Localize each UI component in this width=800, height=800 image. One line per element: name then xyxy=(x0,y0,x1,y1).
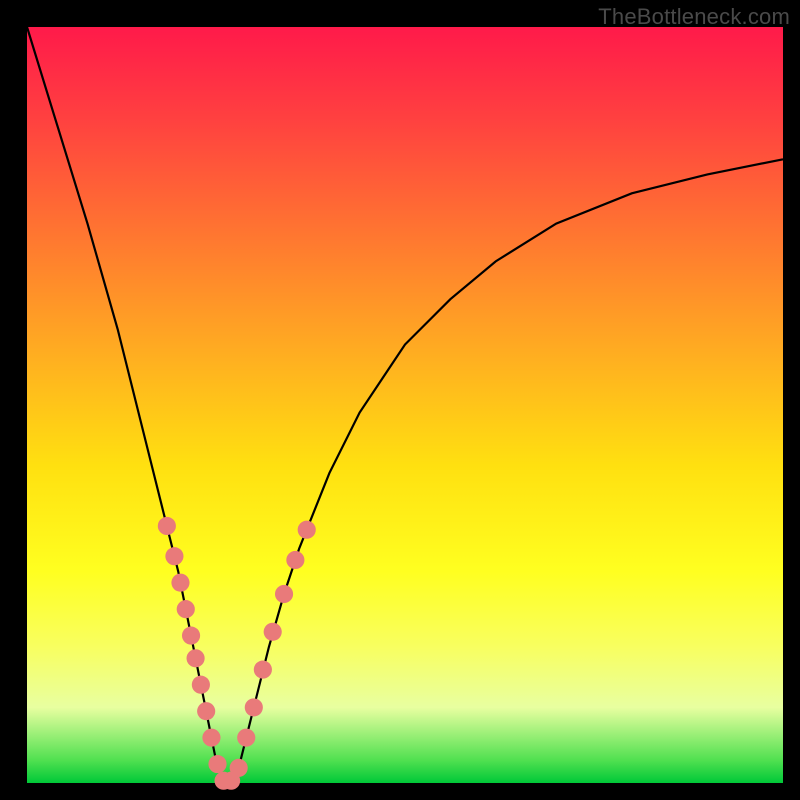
curve-marker xyxy=(298,521,316,539)
curve-marker xyxy=(177,600,195,618)
curve-marker xyxy=(158,517,176,535)
curve-marker xyxy=(275,585,293,603)
curve-marker xyxy=(165,547,183,565)
curve-marker xyxy=(171,574,189,592)
chart-svg xyxy=(27,27,783,783)
curve-marker xyxy=(230,759,248,777)
curve-markers xyxy=(158,517,316,790)
curve-marker xyxy=(208,755,226,773)
curve-marker xyxy=(254,661,272,679)
curve-marker xyxy=(286,551,304,569)
curve-marker xyxy=(197,702,215,720)
curve-marker xyxy=(264,623,282,641)
curve-marker xyxy=(245,698,263,716)
curve-marker xyxy=(202,729,220,747)
curve-line xyxy=(27,27,783,783)
curve-marker xyxy=(192,676,210,694)
curve-marker xyxy=(187,649,205,667)
curve-marker xyxy=(237,729,255,747)
curve-marker xyxy=(182,627,200,645)
